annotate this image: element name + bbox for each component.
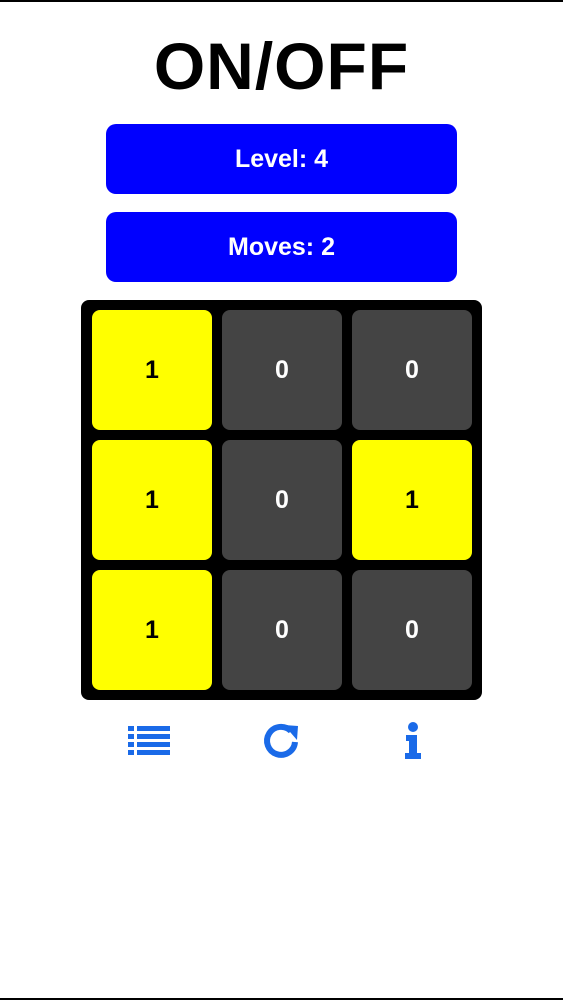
top-border xyxy=(0,0,563,2)
grid-cell[interactable]: 0 xyxy=(222,570,342,690)
refresh-icon xyxy=(264,723,298,758)
grid-cell[interactable]: 0 xyxy=(222,440,342,560)
restart-button[interactable] xyxy=(251,716,311,766)
level-indicator: Level: 4 xyxy=(106,124,457,194)
grid-cell[interactable]: 1 xyxy=(352,440,472,560)
list-icon xyxy=(128,726,170,755)
grid-cell[interactable]: 0 xyxy=(352,310,472,430)
grid-cell[interactable]: 1 xyxy=(92,570,212,690)
info-button[interactable] xyxy=(383,716,443,766)
grid-cell[interactable]: 0 xyxy=(352,570,472,690)
game-board: 1 0 0 1 0 1 1 0 0 xyxy=(81,300,482,700)
grid-cell[interactable]: 0 xyxy=(222,310,342,430)
grid-cell[interactable]: 1 xyxy=(92,310,212,430)
moves-counter: Moves: 2 xyxy=(106,212,457,282)
level-list-button[interactable] xyxy=(119,716,179,766)
game-title: ON/OFF xyxy=(153,29,410,103)
info-icon xyxy=(405,722,421,759)
grid-cell[interactable]: 1 xyxy=(92,440,212,560)
